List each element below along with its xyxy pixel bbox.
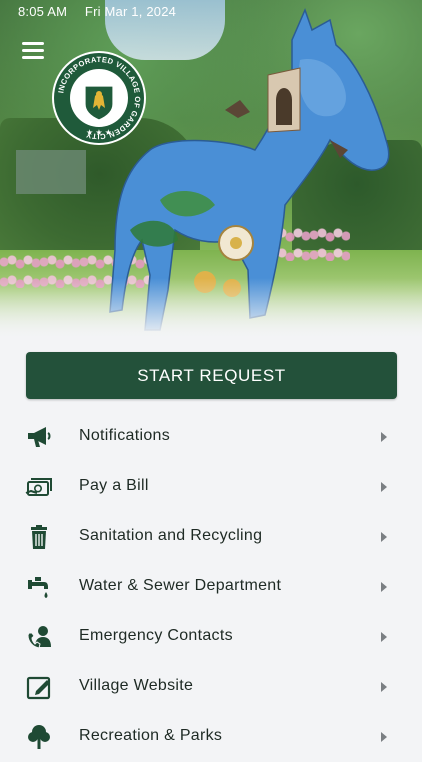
menu-item-water-sewer[interactable]: Water & Sewer Department [0, 562, 422, 612]
menu-item-recreation-parks[interactable]: Recreation & Parks [0, 712, 422, 762]
emergency-contact-icon [27, 626, 51, 649]
chevron-right-icon [381, 482, 387, 492]
menu-item-notifications[interactable]: Notifications [0, 412, 422, 462]
chevron-right-icon [381, 632, 387, 642]
chevron-right-icon [381, 582, 387, 592]
menu-item-label: Pay a Bill [79, 477, 149, 494]
status-time: 8:05 AM [18, 4, 68, 19]
start-request-label: START REQUEST [137, 365, 286, 385]
menu-item-pay-bill[interactable]: Pay a Bill [0, 462, 422, 512]
svg-text:★ ★ ★: ★ ★ ★ [86, 128, 112, 137]
hero-fade [0, 278, 422, 338]
chevron-right-icon [381, 682, 387, 692]
menu-item-label: Water & Sewer Department [79, 577, 282, 594]
tree-icon [28, 725, 50, 749]
menu-item-label: Emergency Contacts [79, 627, 233, 644]
hamburger-menu-icon[interactable] [22, 42, 44, 60]
chevron-right-icon [381, 732, 387, 742]
menu-item-village-website[interactable]: Village Website [0, 662, 422, 712]
start-request-button[interactable]: START REQUEST [26, 352, 397, 399]
status-bar: 8:05 AM Fri Mar 1, 2024 [18, 4, 190, 19]
menu-item-sanitation-recycling[interactable]: Sanitation and Recycling [0, 512, 422, 562]
menu-item-label: Sanitation and Recycling [79, 527, 263, 544]
bill-payment-icon [25, 478, 52, 496]
trash-can-icon [31, 525, 47, 549]
megaphone-icon [28, 427, 51, 447]
menu-item-emergency-contacts[interactable]: Emergency Contacts [0, 612, 422, 662]
services-menu: Notifications Pay a Bill Sanitation and … [0, 412, 422, 762]
menu-item-label: Notifications [79, 427, 171, 444]
village-seal-logo: INCORPORATED VILLAGE OF GARDEN CITY ★ ★ … [52, 51, 146, 145]
menu-item-label: Recreation & Parks [79, 727, 223, 744]
chevron-right-icon [381, 432, 387, 442]
chevron-right-icon [381, 532, 387, 542]
faucet-icon [28, 577, 48, 598]
menu-item-label: Village Website [79, 677, 194, 694]
status-date: Fri Mar 1, 2024 [84, 4, 177, 19]
edit-website-icon [26, 676, 51, 700]
